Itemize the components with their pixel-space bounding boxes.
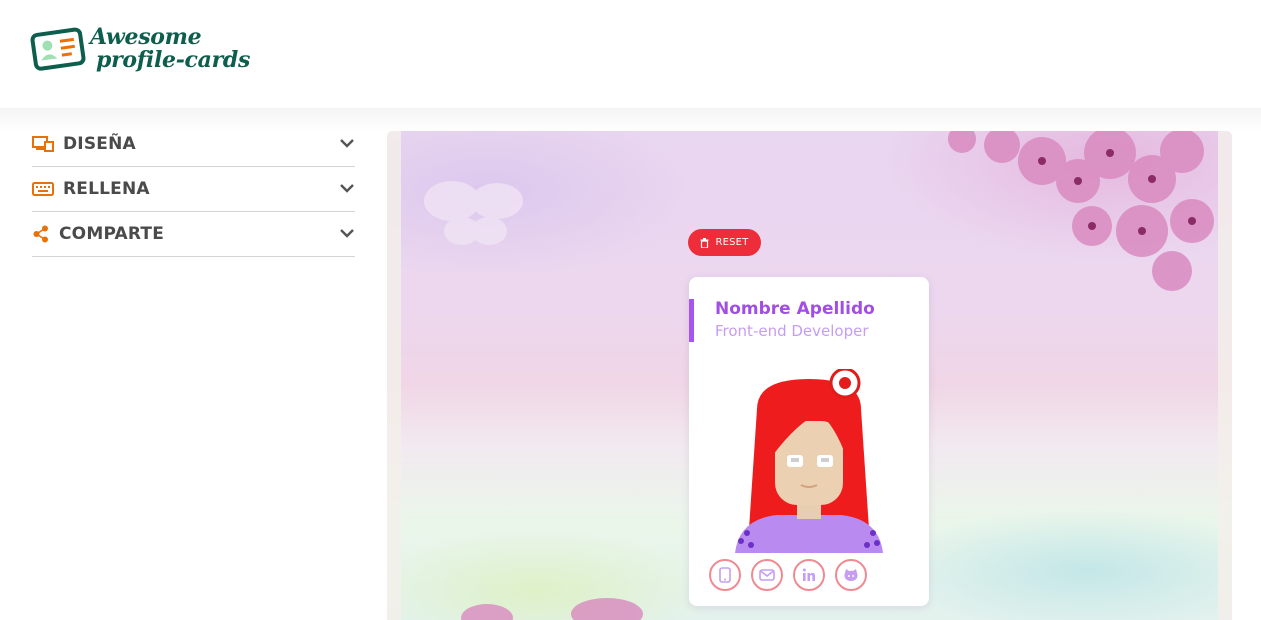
design-screen-icon: [32, 135, 54, 153]
section-rellena-label: RELLENA: [63, 179, 150, 199]
logo-text: Awesome profile-cards: [90, 26, 250, 72]
section-rellena[interactable]: RELLENA: [32, 167, 355, 212]
sidebar: DISEÑA RELLENA COMPARTE: [32, 122, 355, 257]
avatar-illustration: [735, 369, 883, 553]
trash-icon: [700, 237, 709, 248]
card-name: Nombre Apellido: [715, 299, 875, 319]
reset-button[interactable]: RESET: [688, 229, 761, 256]
chevron-down-icon[interactable]: [339, 225, 355, 241]
github-icon[interactable]: [835, 559, 867, 591]
section-disena[interactable]: DISEÑA: [32, 122, 355, 167]
phone-icon[interactable]: [709, 559, 741, 591]
logo-line-2: profile-cards: [96, 47, 251, 73]
card-accent-bar: [689, 299, 694, 342]
keyboard-icon: [32, 180, 54, 198]
flowers-decoration: [948, 131, 1214, 291]
section-comparte[interactable]: COMPARTE: [32, 212, 355, 257]
paper-edge-left: [387, 131, 401, 620]
butterfly-decoration: [424, 181, 523, 245]
app-logo[interactable]: Awesome profile-cards: [30, 22, 250, 76]
card-job: Front-end Developer: [715, 322, 869, 340]
chevron-down-icon[interactable]: [339, 135, 355, 151]
email-icon[interactable]: [751, 559, 783, 591]
chevron-down-icon[interactable]: [339, 180, 355, 196]
profile-card-logo-icon: [30, 27, 86, 71]
share-icon: [32, 225, 50, 243]
reset-label: RESET: [715, 237, 749, 248]
linkedin-icon[interactable]: [793, 559, 825, 591]
profile-card: Nombre Apellido Front-end Developer: [689, 277, 929, 606]
header: Awesome profile-cards: [0, 0, 1261, 108]
social-links: [709, 559, 877, 591]
logo-line-1: Awesome: [90, 24, 202, 50]
flowers-bottom-decoration: [461, 598, 643, 620]
section-disena-label: DISEÑA: [63, 134, 136, 154]
section-comparte-label: COMPARTE: [59, 224, 165, 244]
